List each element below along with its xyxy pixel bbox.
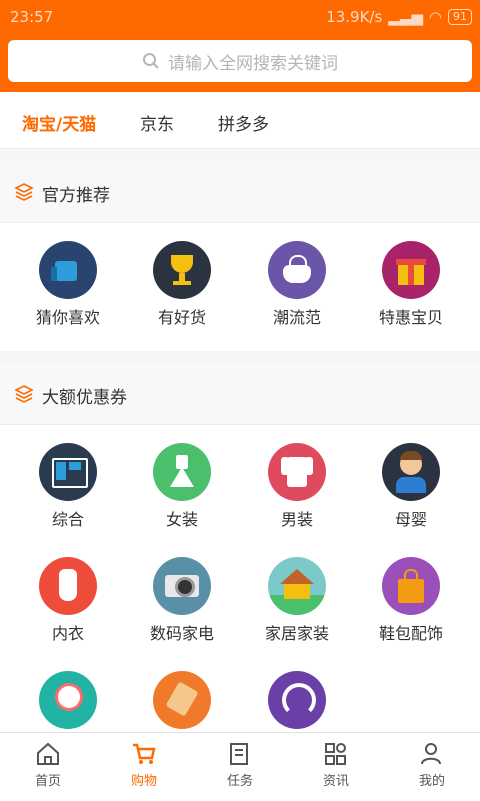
grid-item-beauty[interactable] [8, 671, 128, 729]
grid-item-label: 内衣 [51, 624, 84, 643]
search-bar[interactable]: 请输入全网搜索关键词 [8, 40, 472, 82]
baby-icon [382, 443, 440, 501]
grid-item-like[interactable]: 猜你喜欢 [8, 241, 128, 328]
cart-icon [133, 743, 156, 764]
price-tag-icon [153, 671, 211, 729]
grid-item-label: 特惠宝贝 [378, 308, 443, 327]
tab-taobao[interactable]: 淘宝/天猫 [22, 110, 96, 135]
battery-icon: 91 [448, 9, 472, 25]
dashboard-icon [39, 443, 97, 501]
grid-item-baby[interactable]: 母婴 [351, 443, 471, 530]
layers-icon [14, 385, 34, 403]
grid-item-women[interactable]: 女装 [122, 443, 242, 530]
mirror-icon [39, 671, 97, 729]
document-icon [230, 743, 248, 765]
nav-label: 资讯 [322, 774, 349, 789]
grid-item-label: 男装 [280, 510, 313, 529]
status-time: 23:57 [10, 8, 54, 26]
grid-item-label: 有好货 [157, 308, 206, 327]
grid-item-good[interactable]: 有好货 [122, 241, 242, 328]
nav-tasks[interactable]: 任务 [192, 741, 288, 789]
section-title: 大额优惠券 [42, 388, 127, 408]
grid-item-underwear[interactable]: 内衣 [8, 557, 128, 644]
trophy-icon [153, 241, 211, 299]
layers-icon [14, 183, 34, 201]
grid-item-shoes-bags[interactable]: 鞋包配饰 [351, 557, 471, 644]
user-icon [421, 743, 441, 765]
section-header-coupons: 大额优惠券 [0, 364, 480, 425]
grid-item-label: 家居家装 [264, 624, 329, 643]
status-right: 13.9K/s ▂▃▅ ◠ 91 [326, 8, 472, 26]
headphones-icon [268, 671, 326, 729]
tab-jd[interactable]: 京东 [140, 110, 174, 135]
nav-home[interactable]: 首页 [0, 741, 96, 789]
nav-news[interactable]: 资讯 [288, 741, 384, 789]
nav-mine[interactable]: 我的 [384, 741, 480, 789]
official-grid: 猜你喜欢 有好货 潮流范 特惠宝贝 [0, 223, 480, 351]
network-speed: 13.9K/s [326, 8, 383, 26]
grid-item-home[interactable]: 家居家装 [237, 557, 357, 644]
grid-item-label: 综合 [51, 510, 84, 529]
bottom-nav: 首页 购物 任务 资讯 我的 [0, 732, 480, 801]
nav-label: 我的 [418, 774, 445, 789]
handbag-icon [268, 241, 326, 299]
platform-tabs: 淘宝/天猫 京东 拼多多 [0, 92, 480, 149]
section-title: 官方推荐 [42, 186, 110, 206]
grid-icon [325, 743, 346, 765]
nav-label: 首页 [34, 774, 61, 789]
camera-icon [153, 557, 211, 615]
grid-item-label: 数码家电 [149, 624, 214, 643]
home-icon [37, 742, 59, 765]
section-header-official: 官方推荐 [0, 162, 480, 223]
signal-icon: ▂▃▅ [388, 8, 423, 26]
grid-item-audio[interactable] [237, 671, 357, 729]
header: 请输入全网搜索关键词 [0, 34, 480, 92]
nav-shopping[interactable]: 购物 [96, 741, 192, 789]
tab-pinduoduo[interactable]: 拼多多 [218, 110, 269, 135]
grid-item-comprehensive[interactable]: 综合 [8, 443, 128, 530]
grid-item-men[interactable]: 男装 [237, 443, 357, 530]
search-icon [143, 53, 159, 69]
search-placeholder: 请输入全网搜索关键词 [168, 53, 338, 74]
grid-item-tag[interactable] [122, 671, 242, 729]
lingerie-icon [39, 557, 97, 615]
grid-item-label: 鞋包配饰 [378, 624, 443, 643]
grid-item-label: 猜你喜欢 [35, 308, 100, 327]
nav-label: 任务 [226, 774, 253, 789]
grid-item-label: 潮流范 [272, 308, 321, 327]
grid-item-trend[interactable]: 潮流范 [237, 241, 357, 328]
dress-icon [153, 443, 211, 501]
grid-item-deal[interactable]: 特惠宝贝 [351, 241, 471, 328]
house-icon [268, 557, 326, 615]
gift-icon [382, 241, 440, 299]
grid-item-digital[interactable]: 数码家电 [122, 557, 242, 644]
status-bar: 23:57 13.9K/s ▂▃▅ ◠ 91 [0, 0, 480, 34]
thumbs-up-icon [39, 241, 97, 299]
grid-item-label: 母婴 [394, 510, 427, 529]
coupon-grid: 综合 女装 男装 母婴 内衣 数码家电 家居家装 鞋包配饰 [0, 425, 480, 732]
wifi-icon: ◠ [428, 8, 442, 26]
grid-item-label: 女装 [165, 510, 198, 529]
nav-label: 购物 [130, 774, 157, 789]
shirt-icon [268, 443, 326, 501]
shopping-bag-icon [382, 557, 440, 615]
